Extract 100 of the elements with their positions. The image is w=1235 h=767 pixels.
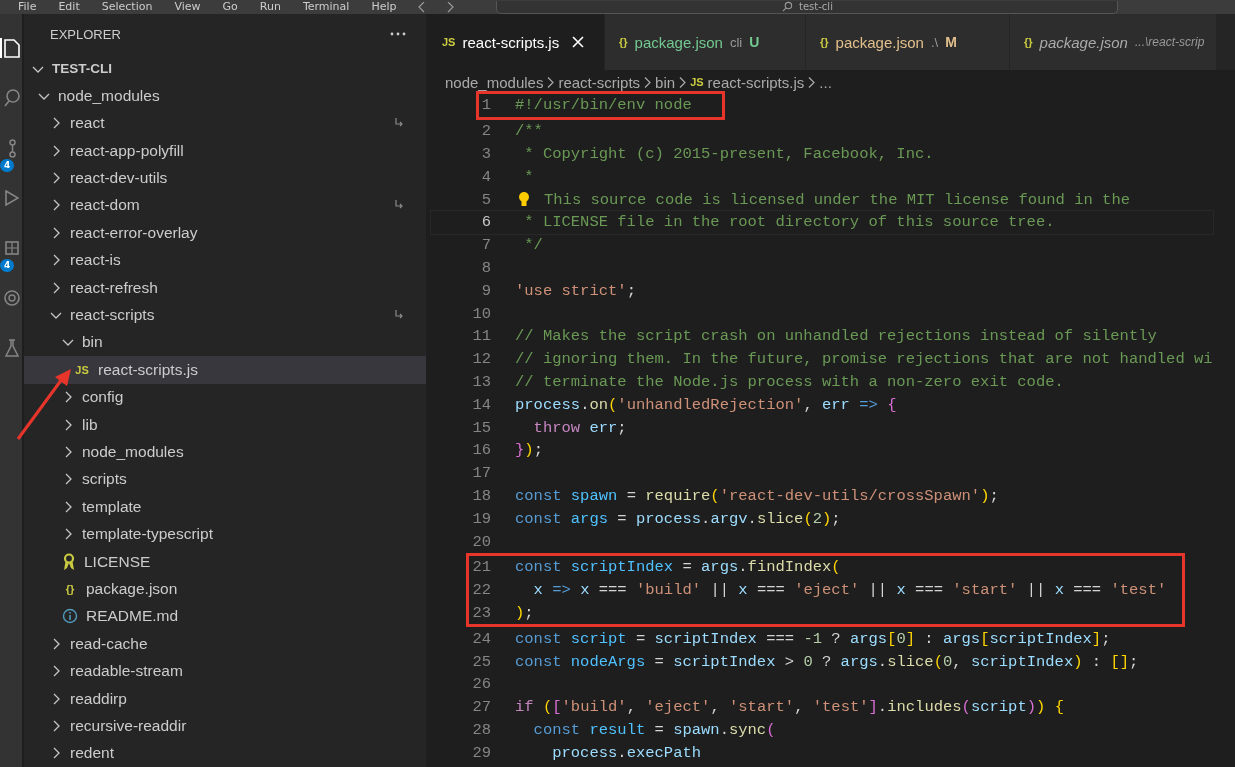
line-number: 7: [480, 236, 491, 255]
line-number: 19: [471, 509, 491, 528]
git-status: U: [749, 34, 760, 50]
breadcrumb-item[interactable]: ...: [819, 73, 832, 91]
explorer-item[interactable]: react: [24, 109, 426, 137]
code-identifier: args: [942, 629, 981, 648]
explorer-item[interactable]: react-app-polyfill: [24, 137, 426, 165]
menu-item[interactable]: Terminal: [302, 0, 350, 14]
menu-item[interactable]: Run: [259, 0, 281, 14]
explorer-item[interactable]: react-dev-utils: [24, 164, 426, 192]
code-operator: ||: [867, 581, 889, 600]
breadcrumb-item[interactable]: node_modules: [445, 73, 544, 91]
code-string: 'react-dev-utils/crossSpawn': [719, 486, 981, 505]
explorer-item[interactable]: JS react-scripts.js: [24, 356, 426, 384]
menu-item[interactable]: View: [174, 0, 201, 14]
forward-icon[interactable]: [447, 1, 455, 13]
code-operator: :: [923, 629, 935, 648]
code-bracket: (: [542, 698, 553, 717]
breadcrumb-item[interactable]: bin: [655, 73, 676, 91]
explorer-item[interactable]: bin: [24, 328, 426, 357]
explorer-item[interactable]: react-scripts: [24, 301, 426, 329]
line-number: 13: [471, 372, 491, 391]
explorer-item[interactable]: lib: [24, 410, 426, 439]
explorer-item[interactable]: read-cache: [24, 630, 426, 658]
info-icon: [62, 608, 78, 625]
line-number: 18: [471, 486, 491, 505]
code-operator: =: [681, 558, 693, 577]
line-number: 8: [480, 258, 491, 277]
code-comment: // Makes the script crash on unhandled rejections instead of silently: [515, 327, 1157, 346]
code-operator: ;: [989, 486, 999, 505]
explorer-item[interactable]: recursive-readdir: [24, 712, 426, 740]
code-operator: ,: [803, 395, 814, 414]
code-operator: ;: [1129, 652, 1139, 671]
code-operator: =: [653, 720, 665, 739]
code-bracket: [: [980, 629, 990, 648]
item-label: scripts: [82, 470, 127, 489]
close-icon[interactable]: [572, 36, 585, 48]
activity-item[interactable]: [0, 38, 22, 58]
explorer-item[interactable]: scripts: [24, 465, 426, 494]
explorer-item[interactable]: node_modules: [24, 438, 426, 466]
menu-item[interactable]: Selection: [101, 0, 153, 14]
editor-tab[interactable]: JS react-scripts.js: [428, 14, 605, 70]
explorer-item[interactable]: react-refresh: [24, 273, 426, 302]
item-label: template-typescript: [82, 525, 213, 544]
lightbulb-icon[interactable]: [519, 192, 529, 208]
breadcrumb-item[interactable]: react-scripts: [558, 73, 641, 91]
explorer-item[interactable]: {} package.json: [24, 575, 426, 603]
code-function: require: [645, 486, 711, 505]
explorer-item[interactable]: node_modules: [24, 82, 426, 110]
code-operator: >: [783, 652, 796, 671]
code-identifier: args: [840, 652, 878, 671]
explorer-item[interactable]: README.md: [24, 602, 426, 631]
line-number: 29: [471, 743, 491, 762]
back-icon[interactable]: [418, 1, 426, 13]
code-bracket: (: [710, 486, 720, 505]
code-number: 2: [812, 509, 823, 528]
code-string: 'test': [1110, 581, 1167, 600]
code-function: on: [589, 395, 609, 414]
menu-item[interactable]: Edit: [58, 0, 80, 14]
tab-description: ...\react-scrip: [1134, 35, 1205, 49]
remote-icon: [4, 290, 20, 306]
code-identifier: argv: [710, 509, 748, 528]
code-identifier: scriptIndex: [570, 558, 674, 577]
tab-description: .\: [930, 34, 939, 50]
code-string: 'build': [635, 581, 702, 600]
code-bracket: ]: [1091, 629, 1102, 648]
code-identifier: args: [701, 558, 739, 577]
menu-item[interactable]: File: [18, 0, 37, 14]
explorer-item[interactable]: react-error-overlay: [24, 219, 426, 247]
tab-label: react-scripts.js: [462, 33, 560, 51]
code-operator: =: [616, 509, 628, 528]
breadcrumb-item[interactable]: react-scripts.js: [707, 73, 805, 91]
line-number: 2: [480, 122, 491, 141]
code-operator: ===: [914, 581, 944, 600]
code-identifier: spawn: [673, 720, 720, 739]
explorer-item[interactable]: LICENSE: [24, 547, 426, 576]
code-bracket: (: [831, 558, 841, 577]
editor-tab[interactable]: {} package.json .\ M: [806, 14, 1010, 70]
code-identifier: spawn: [570, 486, 618, 505]
item-label: readdirp: [70, 689, 127, 708]
project-folder[interactable]: TEST-CLI: [24, 54, 426, 83]
explorer-item[interactable]: react-is: [24, 246, 426, 274]
editor-tab[interactable]: {} package.json cli U: [605, 14, 806, 70]
explorer-item[interactable]: config: [24, 383, 426, 411]
code-operator: .: [877, 698, 888, 717]
menu-item[interactable]: Help: [371, 0, 397, 14]
more-icon[interactable]: [390, 32, 406, 37]
command-center[interactable]: test-cli: [496, 0, 1119, 14]
explorer-item[interactable]: readdirp: [24, 684, 426, 713]
menu-item[interactable]: Go: [222, 0, 238, 14]
explorer-item[interactable]: readable-stream: [24, 657, 426, 685]
editor-tab[interactable]: {} package.json ...\react-scrip: [1010, 14, 1218, 70]
explorer-item[interactable]: template-typescript: [24, 520, 426, 548]
explorer-item[interactable]: react-dom: [24, 191, 426, 220]
explorer-item[interactable]: redent: [24, 739, 426, 767]
line-number: 4: [480, 167, 491, 186]
explorer-item[interactable]: template: [24, 493, 426, 521]
code-operator: =: [625, 486, 637, 505]
line-number: 14: [471, 395, 491, 414]
line-number: 24: [471, 629, 491, 648]
